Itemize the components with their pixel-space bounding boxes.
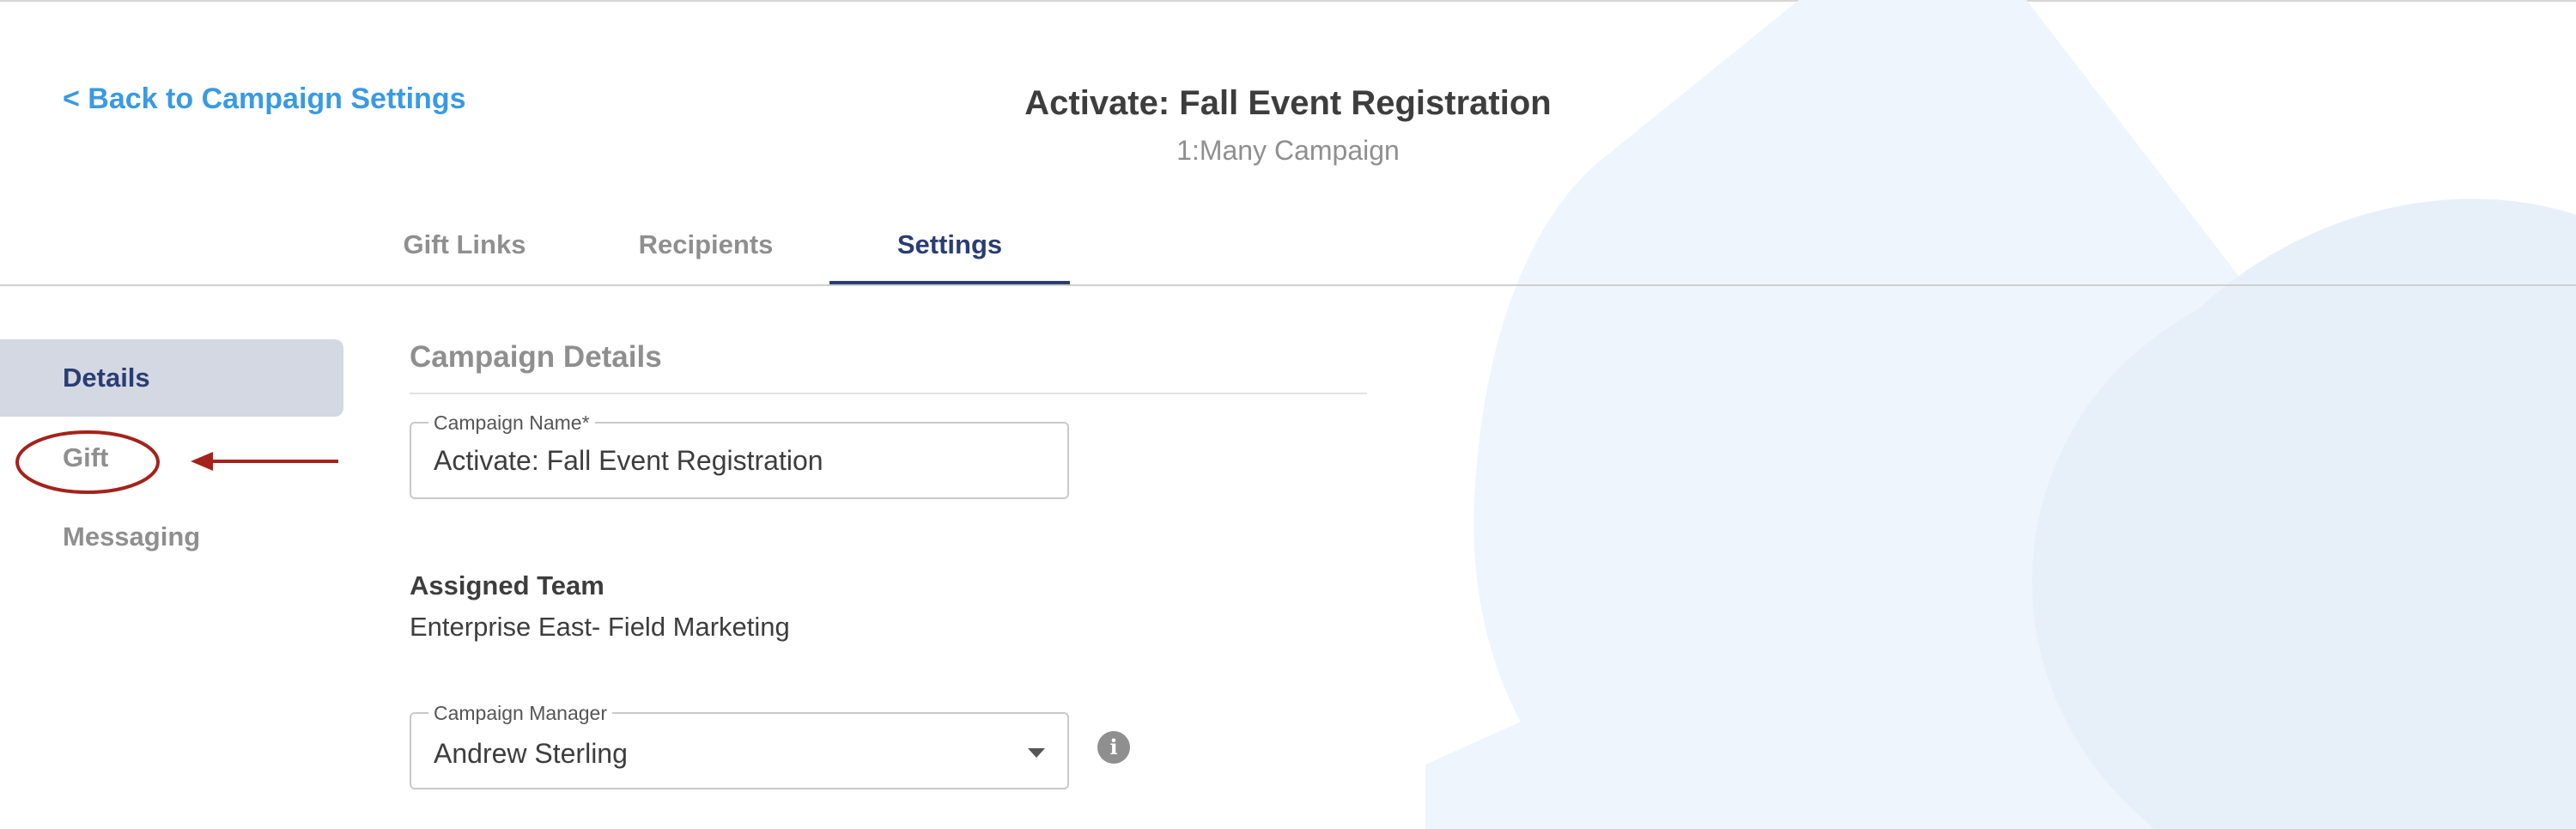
- tab-bar: Gift Links Recipients Settings: [0, 206, 2576, 285]
- assigned-team-value: Enterprise East- Field Marketing: [410, 612, 790, 642]
- info-icon[interactable]: i: [1097, 731, 1130, 764]
- tab-gift-links[interactable]: Gift Links: [391, 206, 538, 283]
- background-leaf-art: [1425, 0, 2576, 829]
- campaign-name-input[interactable]: [434, 424, 1035, 497]
- section-title: Campaign Details: [410, 340, 662, 374]
- tab-recipients[interactable]: Recipients: [632, 206, 780, 283]
- sidebar-item-gift[interactable]: Gift: [0, 419, 343, 497]
- sidebar-item-messaging[interactable]: Messaging: [0, 498, 343, 576]
- tabs-divider: [0, 284, 2576, 286]
- campaign-name-field[interactable]: Campaign Name*: [410, 411, 1069, 499]
- page-subtitle: 1:Many Campaign: [1176, 135, 1400, 166]
- tab-settings[interactable]: Settings: [829, 206, 1070, 285]
- section-divider: [410, 393, 1367, 394]
- chevron-down-icon[interactable]: [1028, 748, 1045, 758]
- page-title: Activate: Fall Event Registration: [1024, 84, 1552, 122]
- assigned-team-label: Assigned Team: [410, 570, 605, 600]
- sidebar-item-details[interactable]: Details: [0, 339, 343, 417]
- campaign-manager-select[interactable]: Campaign Manager Andrew Sterling: [410, 702, 1069, 789]
- campaign-manager-value: Andrew Sterling: [434, 738, 628, 769]
